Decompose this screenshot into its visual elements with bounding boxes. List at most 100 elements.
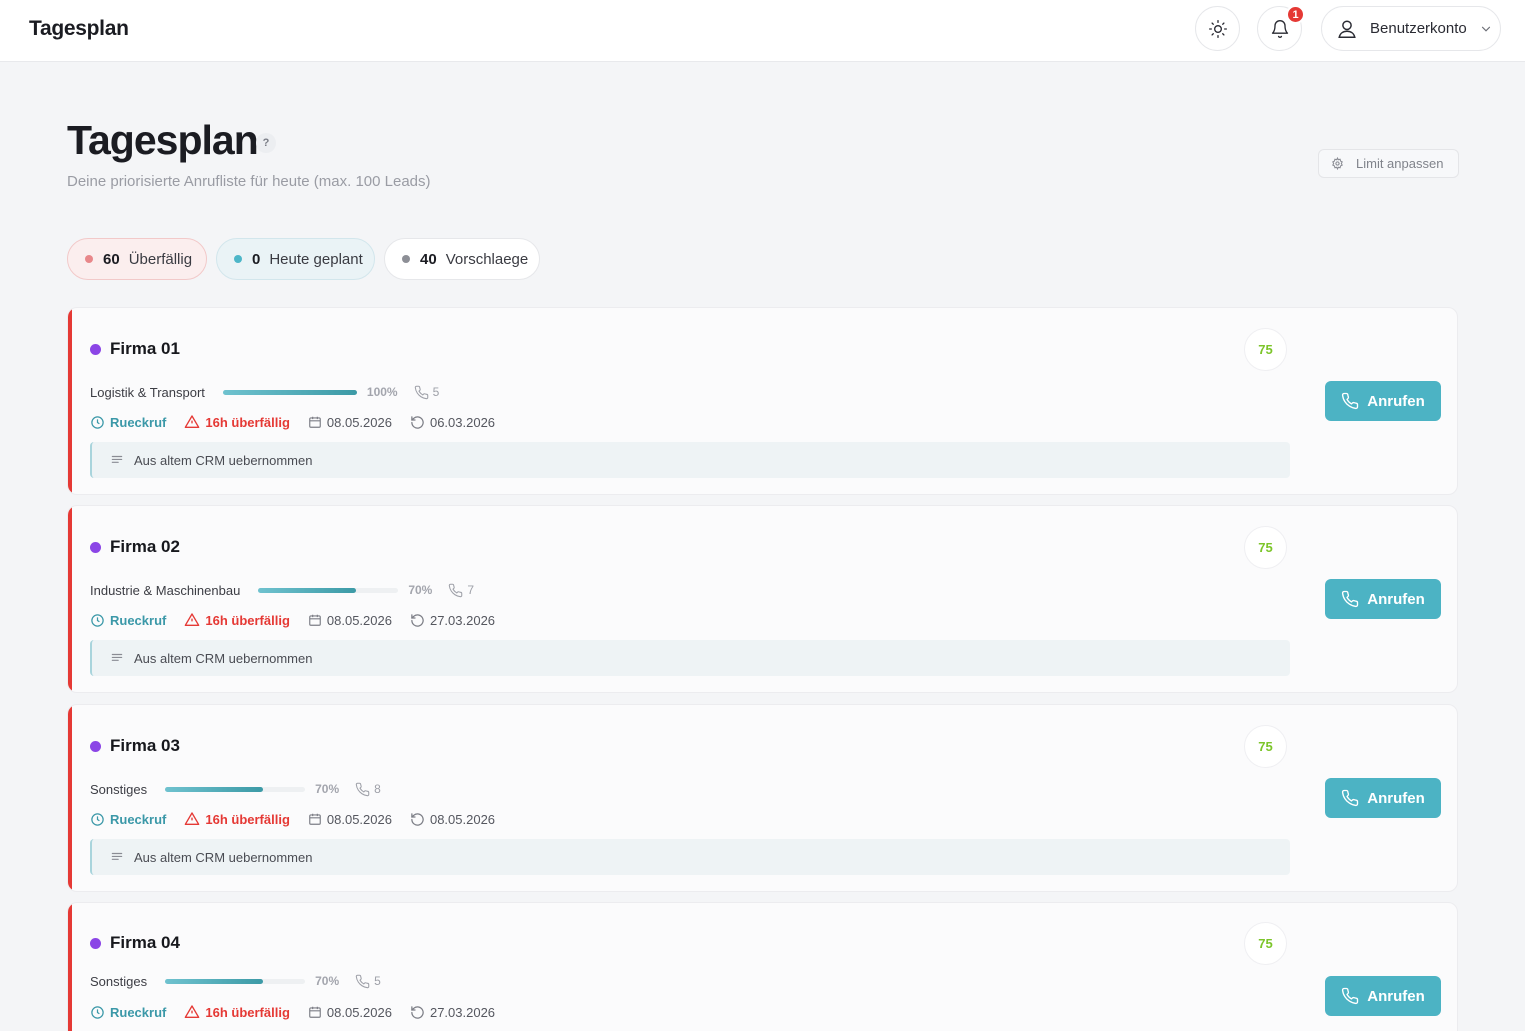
account-label: Benutzerkonto (1370, 20, 1467, 37)
lead-name[interactable]: Firma 03 (110, 736, 180, 756)
warning-icon (185, 1005, 200, 1018)
lead-progress-bar (165, 978, 306, 984)
lead-status-label: Rueckruf (110, 414, 167, 430)
lead-score-badge: 75 (1244, 526, 1287, 569)
note-lines-icon (111, 852, 123, 860)
phone-icon (355, 782, 370, 796)
note-lines-icon (111, 455, 123, 463)
calendar-icon (309, 614, 321, 626)
planned-dot (234, 255, 242, 263)
lead-name[interactable]: Firma 01 (110, 339, 180, 359)
lead-overdue-label: 16h überfällig (205, 414, 290, 430)
lead-date-value: 08.05.2026 (326, 1004, 392, 1020)
lead-note-text: Aus altem CRM uebernommen (134, 849, 313, 865)
lead-note: Aus altem CRM uebernommen (90, 839, 1290, 875)
lead-note-text: Aus altem CRM uebernommen (134, 650, 313, 666)
lead-last-contact: 06.03.2026 (410, 415, 495, 430)
lead-score-badge: 75 (1244, 328, 1287, 371)
calendar-icon (309, 813, 321, 825)
lead-progress-bar (258, 587, 399, 593)
history-icon (411, 613, 424, 627)
chevron-down-icon (1479, 22, 1493, 36)
lead-last-contact: 08.05.2026 (410, 812, 495, 827)
lead-status: Rueckruf (90, 415, 166, 430)
account-menu-button[interactable]: Benutzerkonto (1321, 6, 1501, 51)
lead-date: 08.05.2026 (308, 415, 392, 430)
call-button[interactable]: Anrufen (1325, 381, 1441, 421)
lead-note: Aus altem CRM uebernommen (90, 442, 1290, 478)
lead-name[interactable]: Firma 04 (110, 933, 180, 953)
filter-count: 60 (103, 250, 120, 268)
lead-call-count: 7 (448, 583, 474, 598)
lead-last-contact-value: 08.05.2026 (429, 811, 496, 827)
call-button[interactable]: Anrufen (1325, 976, 1441, 1016)
progress-fill (258, 587, 357, 593)
call-count-value: 8 (374, 782, 381, 796)
warning-icon (185, 613, 200, 626)
lead-last-contact: 27.03.2026 (410, 613, 495, 628)
lead-card: Firma 03 75 Sonstiges 70% 8 Rueckruf 16h… (67, 704, 1458, 892)
filter-suggestions[interactable]: 40 Vorschlaege (384, 238, 540, 280)
filter-label: Vorschlaege (445, 250, 529, 268)
lead-status: Rueckruf (90, 812, 166, 827)
limit-adjust-label: Limit anpassen (1356, 156, 1444, 171)
top-bar: Tagesplan 1 Benutzerkonto (0, 0, 1525, 62)
limit-adjust-button[interactable]: Limit anpassen (1318, 149, 1459, 178)
lead-status: Rueckruf (90, 1005, 166, 1020)
filter-overdue[interactable]: 60 Überfällig (67, 238, 207, 280)
overdue-dot (85, 255, 93, 263)
lead-score-badge: 75 (1244, 922, 1287, 965)
suggestion-dot (402, 255, 410, 263)
theme-toggle-button[interactable] (1195, 6, 1240, 51)
lead-industry: Sonstiges (90, 973, 148, 989)
help-icon[interactable]: ? (256, 133, 276, 153)
phone-icon (414, 385, 428, 399)
lead-score-badge: 75 (1244, 725, 1287, 768)
phone-icon (449, 583, 463, 597)
lead-last-contact-value: 27.03.2026 (429, 1004, 496, 1020)
clock-icon (91, 415, 104, 429)
phone-icon (1342, 392, 1359, 410)
note-lines-icon (111, 653, 123, 661)
lead-last-contact: 27.03.2026 (410, 1005, 495, 1020)
lead-name[interactable]: Firma 02 (110, 537, 180, 557)
lead-date-value: 08.05.2026 (326, 612, 392, 628)
lead-call-count: 8 (355, 782, 381, 797)
lead-note-text: Aus altem CRM uebernommen (134, 452, 313, 468)
lead-date-value: 08.05.2026 (326, 811, 392, 827)
lead-progress-label: 70% (315, 782, 340, 796)
phone-icon (1342, 987, 1359, 1005)
notification-count-badge: 1 (1286, 5, 1305, 24)
call-button-label: Anrufen (1367, 392, 1425, 410)
gear-icon (1332, 157, 1343, 170)
call-button[interactable]: Anrufen (1325, 579, 1441, 619)
clock-icon (91, 812, 104, 826)
lead-status-dot (90, 542, 101, 553)
filter-planned-today[interactable]: 0 Heute geplant (216, 238, 375, 280)
phone-icon (1342, 789, 1359, 807)
filter-count: 0 (252, 250, 261, 268)
call-count-value: 7 (467, 583, 475, 597)
sun-icon (1208, 19, 1227, 38)
filter-label: Heute geplant (269, 250, 363, 268)
lead-status-dot (90, 938, 101, 949)
lead-status-label: Rueckruf (110, 811, 167, 827)
filter-label: Überfällig (128, 250, 193, 268)
progress-fill (222, 389, 357, 395)
lead-card: Firma 01 75 Logistik & Transport 100% 5 … (67, 307, 1458, 495)
lead-status-dot (90, 344, 101, 355)
lead-status-label: Rueckruf (110, 1004, 167, 1020)
lead-overdue: 16h überfällig (184, 811, 290, 827)
clock-icon (91, 613, 104, 627)
lead-status-label: Rueckruf (110, 612, 167, 628)
calendar-icon (309, 416, 321, 428)
lead-call-count: 5 (355, 974, 381, 989)
call-count-value: 5 (432, 385, 440, 399)
lead-date: 08.05.2026 (308, 812, 392, 827)
history-icon (411, 1005, 424, 1019)
warning-icon (185, 812, 200, 825)
call-button[interactable]: Anrufen (1325, 778, 1441, 818)
lead-overdue-label: 16h überfällig (205, 1004, 290, 1020)
lead-overdue: 16h überfällig (184, 1004, 290, 1020)
phone-icon (1342, 590, 1359, 608)
